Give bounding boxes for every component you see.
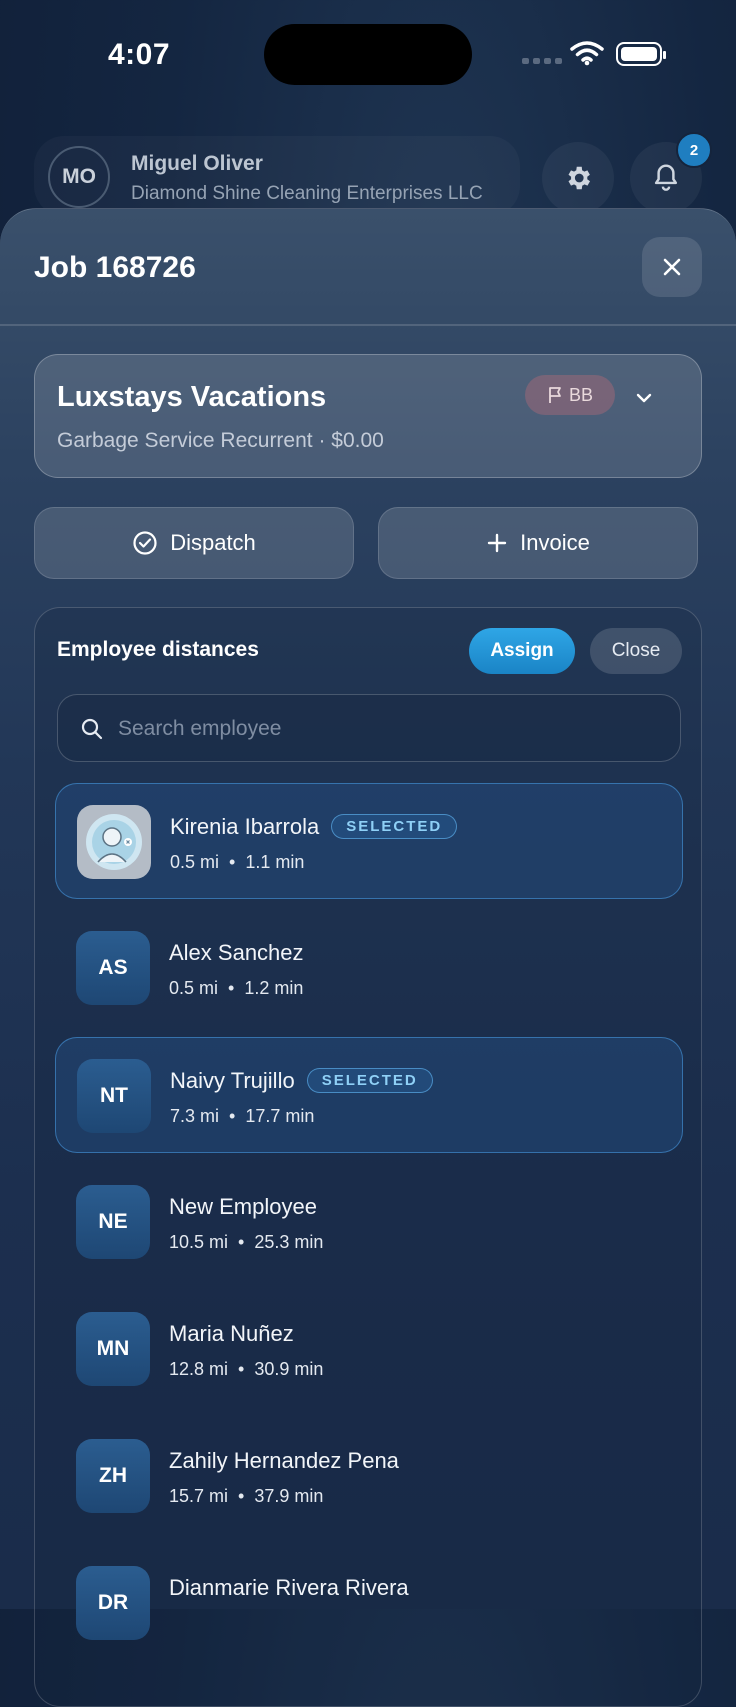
employee-distance: 0.5 mi • 1.1 min: [170, 852, 305, 872]
invoice-label: Invoice: [520, 530, 590, 555]
client-card[interactable]: Luxstays Vacations Garbage Service Recur…: [34, 354, 702, 478]
employee-distance: 0.5 mi • 1.2 min: [169, 978, 304, 998]
plus-icon: [487, 533, 507, 553]
search-icon: [81, 718, 103, 740]
user-name: Miguel Oliver: [131, 152, 263, 175]
selected-badge: SELECTED: [306, 1068, 433, 1093]
employee-avatar: AS: [76, 931, 150, 1005]
check-circle-icon: [133, 531, 157, 555]
client-name: Luxstays Vacations: [57, 381, 327, 413]
close-sheet-button[interactable]: [642, 237, 702, 297]
job-tag[interactable]: BB: [525, 375, 615, 415]
employee-name: Alex Sanchez: [169, 940, 304, 965]
close-button[interactable]: Close: [590, 628, 682, 674]
wifi-icon: [570, 41, 604, 66]
employee-row[interactable]: NE New Employee 10.5 mi • 25.3 min: [55, 1164, 683, 1280]
status-time: 4:07: [108, 38, 171, 71]
assign-button[interactable]: Assign: [469, 628, 575, 674]
invoice-button[interactable]: Invoice: [378, 507, 698, 579]
employee-row[interactable]: MN Maria Nuñez 12.8 mi • 30.9 min: [55, 1291, 683, 1407]
service-line: Garbage Service Recurrent · $0.00: [57, 429, 384, 452]
employee-name: Kirenia Ibarrola SELECTED: [170, 814, 458, 840]
employee-avatar: NE: [76, 1185, 150, 1259]
employee-name: Dianmarie Rivera Rivera: [169, 1575, 409, 1600]
search-input[interactable]: [116, 709, 660, 749]
job-sheet: Job 168726 Luxstays Vacations Garbage Se…: [0, 208, 736, 1707]
employee-name: Zahily Hernandez Pena: [169, 1448, 399, 1473]
panel-title: Employee distances: [57, 638, 259, 661]
job-title: Job 168726: [34, 251, 196, 284]
employee-row[interactable]: DR Dianmarie Rivera Rivera: [55, 1545, 683, 1661]
employee-distance: 12.8 mi • 30.9 min: [169, 1359, 324, 1379]
employee-avatar: ZH: [76, 1439, 150, 1513]
flag-icon: [549, 387, 561, 403]
person-photo-icon: [86, 814, 142, 870]
job-tag-label: BB: [568, 384, 593, 405]
selected-badge: SELECTED: [331, 814, 458, 839]
employee-avatar: DR: [76, 1566, 150, 1640]
notification-count-badge: 2: [676, 132, 712, 168]
employee-row[interactable]: ZH Zahily Hernandez Pena 15.7 mi • 37.9 …: [55, 1418, 683, 1534]
employee-avatar: MN: [76, 1312, 150, 1386]
employee-name: Maria Nuñez: [169, 1321, 294, 1346]
employee-distance: 15.7 mi • 37.9 min: [169, 1486, 324, 1506]
cellular-signal-icon: [522, 58, 562, 64]
employee-distance: 7.3 mi • 17.7 min: [170, 1106, 315, 1126]
dispatch-label: Dispatch: [170, 530, 256, 555]
employee-name: New Employee: [169, 1194, 317, 1219]
employee-avatar: NT: [77, 1059, 151, 1133]
employee-row[interactable]: NT Naivy Trujillo SELECTED 7.3 mi • 17.7 …: [55, 1037, 683, 1153]
employee-distances-panel: Employee distances Assign Close Search e…: [34, 607, 702, 1707]
app-header: MO Miguel Oliver Diamond Shine Cleaning …: [0, 130, 736, 220]
dynamic-island: [264, 24, 472, 85]
company-name: Diamond Shine Cleaning Enterprises LLC: [131, 183, 483, 204]
employee-name: Naivy Trujillo SELECTED: [170, 1068, 433, 1094]
settings-button[interactable]: [542, 142, 614, 214]
gear-icon: [568, 166, 590, 190]
close-icon: [663, 258, 681, 276]
status-bar: 4:07: [0, 0, 736, 110]
search-field[interactable]: [57, 694, 681, 762]
chevron-down-icon[interactable]: [633, 387, 655, 409]
divider: [0, 324, 736, 326]
bell-icon: [654, 164, 678, 191]
employee-row[interactable]: AS Alex Sanchez 0.5 mi • 1.2 min: [55, 910, 683, 1026]
employee-row[interactable]: Kirenia Ibarrola SELECTED 0.5 mi • 1.1 mi…: [55, 783, 683, 899]
employee-distance: 10.5 mi • 25.3 min: [169, 1232, 324, 1252]
user-avatar[interactable]: MO: [48, 146, 110, 208]
battery-icon: [616, 42, 666, 66]
dispatch-button[interactable]: Dispatch: [34, 507, 354, 579]
employee-photo-avatar: [77, 805, 151, 879]
